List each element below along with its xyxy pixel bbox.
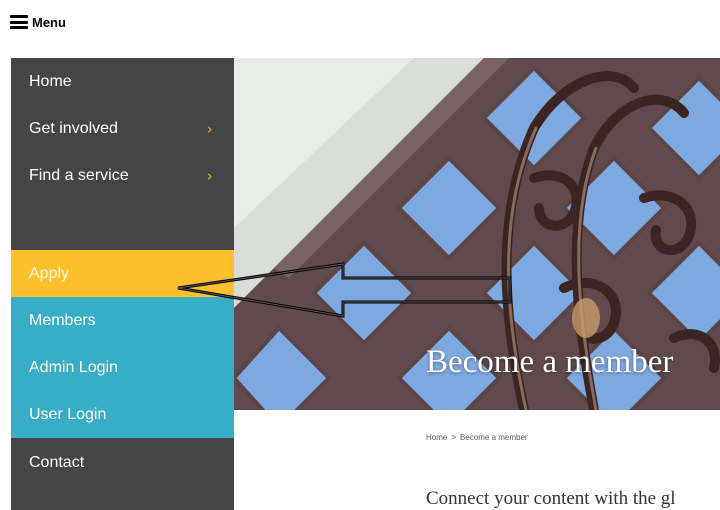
sidebar-item-find-a-service[interactable]: Find a service › [11, 152, 234, 199]
hero-title: Become a member [426, 344, 674, 380]
intro-text: Connect your content with the gl [426, 488, 676, 509]
menu-toggle-button[interactable]: Menu [10, 12, 66, 32]
sidebar-item-contact[interactable]: Contact [11, 439, 234, 486]
breadcrumb: Home > Become a member [426, 433, 528, 442]
breadcrumb-current: Become a member [460, 433, 528, 442]
sidebar-nav: Home Get involved › Find a service › App… [11, 58, 234, 510]
sidebar-item-label: Get involved [29, 119, 118, 137]
sidebar-item-label: User Login [29, 405, 107, 423]
sidebar-item-label: Members [29, 311, 96, 329]
hero-banner: Become a member [234, 58, 720, 410]
menu-label: Menu [32, 14, 66, 30]
sidebar-item-members[interactable]: Members [11, 297, 234, 344]
chevron-right-icon: › [207, 120, 212, 137]
sidebar-item-empty [11, 199, 234, 246]
breadcrumb-separator: > [451, 433, 457, 442]
breadcrumb-home-link[interactable]: Home [426, 433, 447, 442]
sidebar-item-label: Home [29, 72, 72, 90]
sidebar-item-home[interactable]: Home [11, 58, 234, 105]
sidebar-item-apply[interactable]: Apply [11, 250, 234, 297]
chevron-right-icon: › [207, 167, 212, 184]
hamburger-icon [10, 15, 28, 29]
sidebar-item-label: Contact [29, 453, 85, 471]
sidebar-item-label: Apply [29, 264, 70, 282]
sidebar-item-label: Find a service [29, 166, 129, 184]
sidebar-item-admin-login[interactable]: Admin Login [11, 344, 234, 391]
sidebar-item-user-login[interactable]: User Login [11, 391, 234, 438]
sidebar-item-get-involved[interactable]: Get involved › [11, 105, 234, 152]
sidebar-item-label: Admin Login [29, 358, 118, 376]
